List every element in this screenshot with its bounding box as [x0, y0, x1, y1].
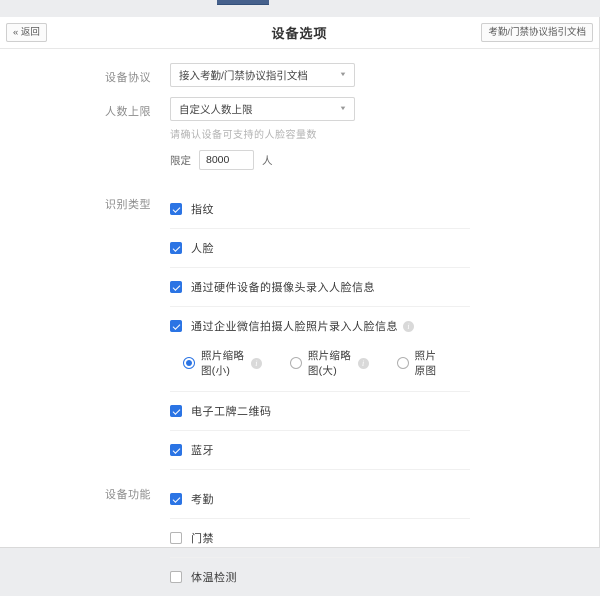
face-label: 人脸 — [191, 240, 214, 256]
info-icon[interactable]: i — [403, 321, 414, 332]
badge-qrcode-label: 电子工牌二维码 — [191, 403, 272, 419]
field-device-functions: 设备功能 考勤 门禁 体温检测 — [105, 480, 599, 596]
people-limit-label: 人数上限 — [105, 97, 170, 170]
row-temperature: 体温检测 — [170, 558, 470, 596]
recognition-type-label: 识别类型 — [105, 190, 170, 470]
row-face: 人脸 — [170, 229, 470, 268]
hardware-camera-label: 通过硬件设备的摄像头录入人脸信息 — [191, 279, 375, 295]
back-button[interactable]: « 返回 — [6, 23, 47, 42]
device-protocol-selected-value: 接入考勤/门禁协议指引文档 — [179, 68, 308, 83]
access-control-checkbox[interactable] — [170, 532, 182, 544]
row-access-control: 门禁 — [170, 519, 470, 558]
bluetooth-label: 蓝牙 — [191, 442, 214, 458]
device-functions-label: 设备功能 — [105, 480, 170, 596]
device-options-panel: « 返回 设备选项 考勤/门禁协议指引文档 设备协议 接入考勤/门禁协议指引文档… — [0, 17, 600, 548]
radio-option-thumb-large: 照片缩略图(大) i — [290, 348, 369, 378]
field-recognition-type: 识别类型 指纹 人脸 通过硬件 — [105, 190, 599, 470]
row-bluetooth: 蓝牙 — [170, 431, 470, 470]
limit-unit-label: 人 — [262, 153, 273, 168]
row-wechat-photo: 通过企业微信拍摄人脸照片录入人脸信息 i 照片缩略图(小) i 照片缩略图(大) — [170, 307, 470, 392]
info-icon[interactable]: i — [358, 358, 369, 369]
people-limit-controls: 自定义人数上限 ▼ 请确认设备可支持的人脸容量数 限定 人 — [170, 97, 355, 170]
radio-option-original: 照片原图 — [397, 348, 442, 378]
field-people-limit: 人数上限 自定义人数上限 ▼ 请确认设备可支持的人脸容量数 限定 人 — [105, 97, 599, 170]
limit-count-input[interactable] — [199, 150, 254, 170]
protocol-guide-doc-button[interactable]: 考勤/门禁协议指引文档 — [481, 23, 593, 42]
panel-header: « 返回 设备选项 考勤/门禁协议指引文档 — [0, 17, 599, 49]
temperature-label: 体温检测 — [191, 569, 237, 585]
face-checkbox[interactable] — [170, 242, 182, 254]
thumb-small-radio[interactable] — [183, 357, 195, 369]
row-fingerprint: 指纹 — [170, 190, 470, 229]
row-hardware-camera: 通过硬件设备的摄像头录入人脸信息 — [170, 268, 470, 307]
people-limit-hint: 请确认设备可支持的人脸容量数 — [170, 126, 355, 141]
original-photo-radio[interactable] — [397, 357, 409, 369]
top-tab-indicator — [217, 0, 269, 5]
temperature-checkbox[interactable] — [170, 571, 182, 583]
attendance-checkbox[interactable] — [170, 493, 182, 505]
field-device-protocol: 设备协议 接入考勤/门禁协议指引文档 ▼ — [105, 63, 599, 87]
functions-check-list: 考勤 门禁 体温检测 — [170, 480, 470, 596]
wechat-photo-checkbox[interactable] — [170, 320, 182, 332]
page-title: 设备选项 — [271, 23, 327, 42]
device-options-form: 设备协议 接入考勤/门禁协议指引文档 ▼ 人数上限 自定义人数上限 ▼ 请确认设… — [0, 49, 599, 596]
device-protocol-label: 设备协议 — [105, 63, 170, 87]
wechat-photo-label: 通过企业微信拍摄人脸照片录入人脸信息 — [191, 318, 398, 334]
hardware-camera-checkbox[interactable] — [170, 281, 182, 293]
badge-qrcode-checkbox[interactable] — [170, 405, 182, 417]
row-badge-qrcode: 电子工牌二维码 — [170, 392, 470, 431]
fingerprint-label: 指纹 — [191, 201, 214, 217]
thumb-small-label: 照片缩略图(小) — [201, 348, 246, 378]
attendance-label: 考勤 — [191, 491, 214, 507]
people-limit-selected-value: 自定义人数上限 — [179, 102, 253, 117]
people-limit-select[interactable]: 自定义人数上限 ▼ — [170, 97, 355, 121]
radio-option-thumb-small: 照片缩略图(小) i — [183, 348, 262, 378]
access-control-label: 门禁 — [191, 530, 214, 546]
limit-prefix-label: 限定 — [170, 153, 191, 168]
recognition-check-list: 指纹 人脸 通过硬件设备的摄像头录入人脸信息 — [170, 190, 470, 470]
chevron-down-icon: ▼ — [339, 72, 347, 78]
original-photo-label: 照片原图 — [415, 348, 442, 378]
limit-line: 限定 人 — [170, 150, 355, 170]
thumb-large-radio[interactable] — [290, 357, 302, 369]
fingerprint-checkbox[interactable] — [170, 203, 182, 215]
thumb-large-label: 照片缩略图(大) — [308, 348, 353, 378]
bluetooth-checkbox[interactable] — [170, 444, 182, 456]
row-attendance: 考勤 — [170, 480, 470, 519]
photo-size-radio-group: 照片缩略图(小) i 照片缩略图(大) i 照片原图 — [183, 348, 470, 378]
chevron-down-icon: ▼ — [339, 106, 347, 112]
device-protocol-select[interactable]: 接入考勤/门禁协议指引文档 ▼ — [170, 63, 355, 87]
info-icon[interactable]: i — [251, 358, 262, 369]
